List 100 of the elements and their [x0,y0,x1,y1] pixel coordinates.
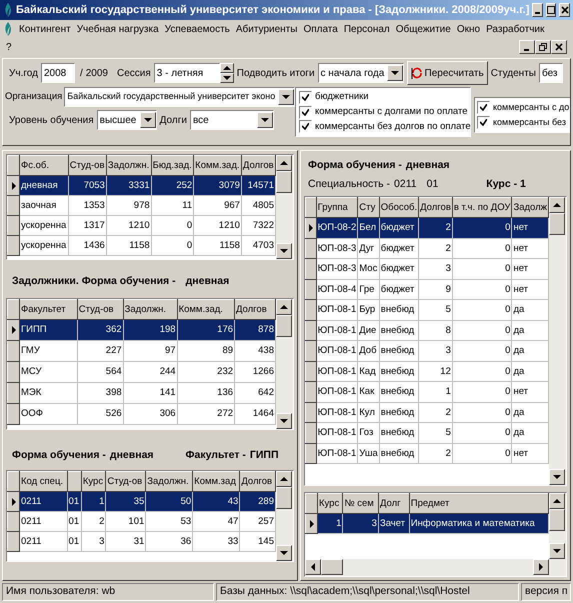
vertical-scrollbar[interactable] [276,471,293,561]
column-header[interactable]: Долгов [234,300,276,320]
scroll-thumb[interactable] [276,487,292,509]
table-row[interactable]: ЮП-08-1 Уша внебюд 2 0 нет [306,443,548,464]
vertical-scrollbar[interactable] [549,197,566,485]
column-header[interactable]: Курс [318,494,343,514]
column-header[interactable]: Долгов [241,156,276,176]
table-row[interactable]: ООФ 526 306 272 1464 [8,404,276,424]
scroll-down-button[interactable] [276,243,292,259]
table-row[interactable]: 0211 01 3 31 36 33 145 [8,532,276,552]
table-row[interactable]: МЭК 398 141 136 642 [8,382,276,404]
menu-item[interactable]: Разработчик [486,22,544,36]
table-row[interactable]: ЮП-08-1 Как внебюд 1 0 нет [306,382,548,402]
scroll-thumb[interactable] [549,509,565,531]
table-row[interactable]: ускоренна 1317 1210 0 1210 7322 [8,216,276,236]
vertical-scrollbar[interactable] [549,493,566,559]
column-header[interactable]: Студ-ов [68,156,106,176]
scroll-down-button[interactable] [549,543,565,559]
scroll-down-button[interactable] [276,413,292,429]
scroll-left-button[interactable] [305,559,321,575]
vertical-scrollbar[interactable] [276,299,293,429]
column-header[interactable]: Задолжн. [146,472,193,492]
table-row[interactable]: МСУ 564 244 232 1266 [8,362,276,382]
menu-item[interactable]: Учебная нагрузка [76,22,159,36]
scroll-up-button[interactable] [276,471,292,487]
scroll-down-button[interactable] [276,545,292,561]
table-row[interactable]: ГИПП 362 198 176 878 [8,320,276,340]
column-header[interactable]: Комм.зад [192,472,240,492]
scroll-up-button[interactable] [276,299,292,315]
menu-item[interactable]: Общежитие [396,22,451,36]
table-row[interactable]: ЮП-08-1 Доб внебюд 3 0 да [306,340,548,361]
column-header[interactable]: Фс.об. [20,156,68,176]
table-row[interactable]: ЮП-08-1 Гоз внебюд 5 0 да [306,422,548,443]
scroll-thumb[interactable] [276,315,292,337]
level-dropdown[interactable]: высшее [96,110,157,130]
maximize-button[interactable] [546,3,556,17]
column-header[interactable]: Сту [358,198,380,218]
column-header[interactable]: Бюд.зад. [151,156,194,176]
menu-item[interactable]: Персонал [344,22,390,36]
menu-item[interactable]: Абитуриенты [236,22,298,36]
year-field[interactable]: 2008 [40,63,75,83]
horizontal-scrollbar[interactable] [305,559,566,576]
column-header[interactable]: Комм.зад. [194,156,242,176]
column-header[interactable]: Код спец. [20,472,68,492]
close-button[interactable] [551,40,567,54]
scroll-right-button[interactable] [533,559,549,575]
scroll-thumb[interactable] [549,213,565,235]
scroll-thumb[interactable] [276,171,292,193]
checkbox[interactable] [299,90,312,104]
column-header[interactable]: Студ-ов [77,300,124,320]
column-header[interactable]: Долгов [240,472,276,492]
column-header[interactable]: Факультет [20,300,78,320]
table-row[interactable]: ЮП-08-1 Дие внебюд 8 0 да [306,320,548,340]
totals-dropdown[interactable]: с начала года [318,63,404,83]
column-header[interactable]: Задолжн. [123,300,178,320]
table-row[interactable]: ЮП-08-3 Мос бюджет 3 0 нет [306,258,548,279]
scroll-up-button[interactable] [549,493,565,509]
column-header[interactable]: Долгов [418,198,452,218]
scroll-thumb[interactable] [321,559,343,575]
column-header[interactable]: Курс [81,472,106,492]
organization-dropdown[interactable]: Байкальский государственный университет эконо [64,87,295,107]
column-header[interactable]: Предмет [409,494,548,514]
column-header[interactable] [67,472,82,492]
menu-item[interactable]: Оплата [303,22,338,36]
close-button[interactable] [559,3,570,17]
table-row[interactable]: ЮП-08-4 Гре бюджет 9 0 нет [306,279,548,300]
minimize-button[interactable] [532,3,543,17]
table-row[interactable]: ускоренна 1436 1158 0 1158 4703 [8,236,276,256]
column-header[interactable]: Долг [378,494,410,514]
table-row[interactable]: дневная 7053 3331 252 3079 14571 [8,176,276,196]
menu-item[interactable]: Окно [456,22,480,36]
table-row[interactable]: ЮП-08-2 Бел бюджет 2 0 нет [306,218,548,238]
table-row[interactable]: 0211 01 2 101 53 47 257 [8,512,276,532]
column-header[interactable]: Группа [316,198,358,218]
column-header[interactable]: Студ-ов [106,472,146,492]
column-header[interactable]: Обособ. [379,198,419,218]
checkbox[interactable] [477,101,490,114]
recalculate-button[interactable]: Пересчитать [406,61,488,85]
minimize-button[interactable] [519,40,535,54]
restore-button[interactable] [535,40,551,54]
menu-item[interactable]: Контингент [19,22,71,36]
column-header[interactable]: № сем [342,494,378,514]
students-field[interactable]: без [538,63,563,83]
table-row[interactable]: ЮП-08-1 Бур внебюд 5 0 да [306,300,548,320]
table-row[interactable]: 1 3 Зачет Информатика и математика [306,514,548,534]
table-row[interactable]: ГМУ 227 97 89 438 [8,340,276,362]
column-header[interactable]: Комм.зад. [177,300,235,320]
column-header[interactable]: Задолжн. [106,156,152,176]
table-row[interactable]: ЮП-08-3 Дуг бюджет 2 0 нет [306,238,548,258]
scroll-down-button[interactable] [549,469,565,485]
checkbox[interactable] [299,106,312,118]
menu-item[interactable]: ? [6,40,12,54]
table-row[interactable]: ЮП-08-1 Кул внебюд 2 0 да [306,402,548,422]
table-row[interactable]: ЮП-08-1 Кад внебюд 12 0 да [306,361,548,382]
vertical-scrollbar[interactable] [276,155,293,259]
scroll-up-button[interactable] [276,155,292,171]
column-header[interactable]: в т.ч. по ДОУ [452,198,512,218]
table-row[interactable]: 0211 01 1 35 50 43 289 [8,492,276,512]
column-header[interactable]: Задолж [512,198,548,218]
table-row[interactable]: заочная 1353 978 11 967 4805 [8,196,276,216]
